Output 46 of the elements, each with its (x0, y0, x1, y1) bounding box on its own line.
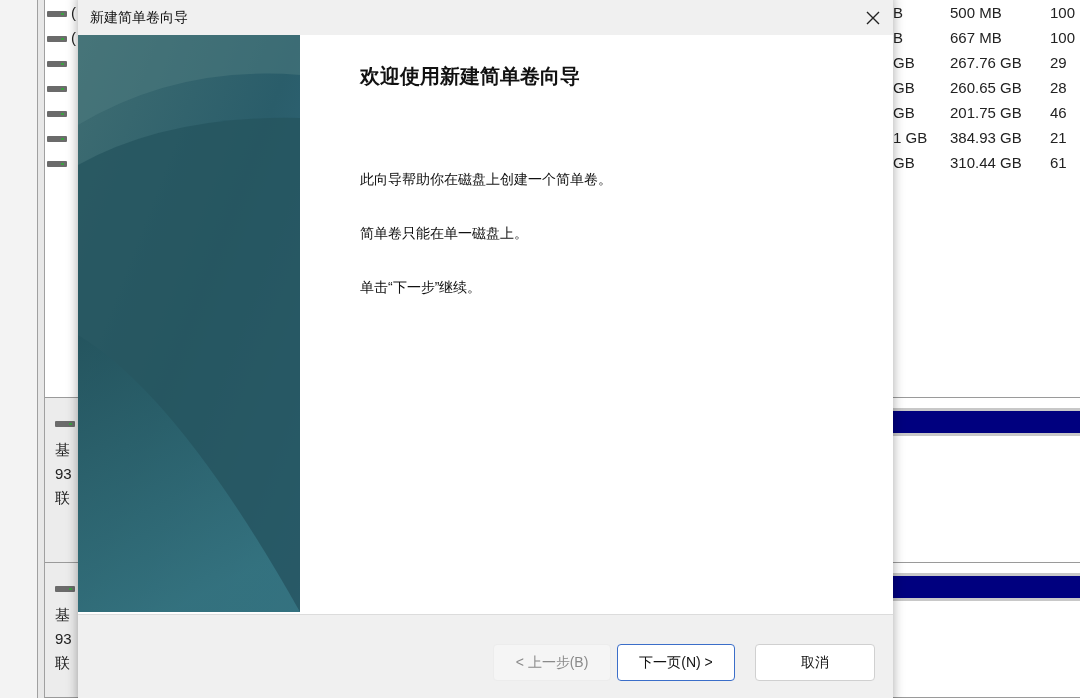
capacity-cell-text: 1 GB (893, 128, 929, 149)
capacity-cell-text: B (893, 28, 904, 49)
percent-cell-text: 100 (1050, 3, 1076, 24)
disk-status: 联 (55, 653, 71, 673)
wizard-heading: 欢迎使用新建简单卷向导 (360, 64, 581, 89)
drive-icon (55, 420, 75, 428)
free-space-cell-text: 667 MB (950, 28, 1003, 49)
percent-cell-text: 46 (1050, 103, 1067, 124)
free-space-cell-text: 201.75 GB (950, 103, 1023, 124)
percent-cell-text: 61 (1050, 153, 1067, 174)
free-space-cell-text: 267.76 GB (950, 53, 1023, 74)
capacity-cell-text: GB (893, 103, 916, 124)
free-space-cell-text: 260.65 GB (950, 78, 1023, 99)
drive-icon (47, 9, 67, 18)
disk-type: 基 (55, 440, 71, 460)
free-space-cell-text: 500 MB (950, 3, 1003, 24)
capacity-cell-text: GB (893, 153, 916, 174)
percent-cell-text: 29 (1050, 53, 1067, 74)
percent-cell-text: 100 (1050, 28, 1076, 49)
drive-icon (47, 159, 67, 168)
drive-icon (47, 134, 67, 143)
description-text: 单击“下一步”继续。 (360, 278, 483, 297)
drive-icon (47, 59, 67, 68)
capacity-cell-text: GB (893, 53, 916, 74)
capacity-cell-text: GB (893, 78, 916, 99)
volume-name: ( (71, 3, 76, 24)
free-space-cell-text: 310.44 GB (950, 153, 1023, 174)
wizard-button[interactable]: 下一页(N) > (617, 644, 735, 681)
drive-icon (47, 109, 67, 118)
close-icon (866, 10, 880, 25)
drive-icon (55, 585, 75, 593)
disk-size: 93 (55, 464, 73, 484)
capacity-cell-text: B (893, 3, 904, 24)
window-title: 新建简单卷向导 (90, 8, 188, 27)
description-text: 此向导帮助你在磁盘上创建一个简单卷。 (360, 170, 613, 189)
percent-cell-text: 28 (1050, 78, 1067, 99)
volume-name: ( (71, 28, 76, 49)
wizard-button[interactable]: 取消 (755, 644, 875, 681)
description-text: 简单卷只能在单一磁盘上。 (360, 224, 529, 243)
drive-icon (47, 84, 67, 93)
free-space-cell-text: 384.93 GB (950, 128, 1023, 149)
disk-status: 联 (55, 488, 71, 508)
percent-cell-text: 21 (1050, 128, 1067, 149)
drive-icon (47, 34, 67, 43)
disk-type: 基 (55, 605, 71, 625)
disk-size: 93 (55, 629, 73, 649)
